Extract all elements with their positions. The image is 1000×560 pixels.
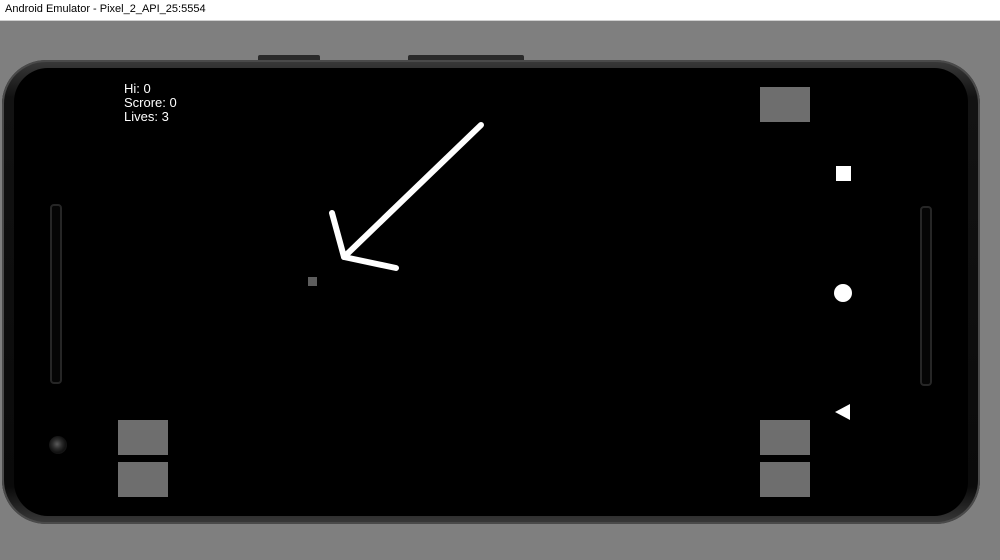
arrow-annotation-icon xyxy=(329,122,484,271)
recent-apps-square-icon[interactable] xyxy=(836,166,851,181)
back-triangle-icon[interactable] xyxy=(835,404,850,420)
home-circle-icon[interactable] xyxy=(834,284,852,302)
